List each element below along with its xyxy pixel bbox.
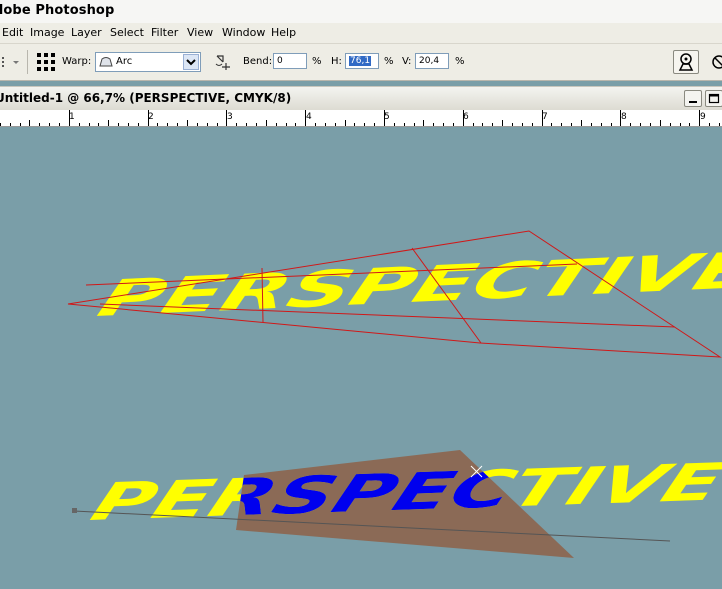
minimize-button[interactable] — [684, 90, 702, 107]
menu-help[interactable]: Help — [271, 26, 296, 39]
menu-layer[interactable]: Layer — [71, 26, 102, 39]
minimize-icon — [689, 101, 697, 103]
ruler-label-8: 8 — [621, 112, 627, 122]
perspective-text-bottom[interactable]: PERSPECTIVE PERSPECTIVE — [72, 450, 722, 558]
ruler-label-1: 1 — [69, 112, 75, 122]
warp-style-value: Arc — [116, 56, 133, 67]
ruler-label-2: 2 — [148, 112, 154, 122]
palette-well-button[interactable] — [673, 50, 699, 74]
separator — [27, 50, 28, 74]
warp-orientation-icon[interactable] — [214, 53, 232, 71]
ruler-label-5: 5 — [384, 112, 390, 122]
h-label: H: — [331, 56, 342, 67]
menu-select[interactable]: Select — [110, 26, 144, 39]
document-canvas[interactable]: PERSPECTIVE PERSPECTIVE PERSPECTIVE — [0, 127, 722, 589]
menu-filter[interactable]: Filter — [151, 26, 178, 39]
h-value: 76,1 — [349, 56, 372, 66]
bend-label: Bend: — [243, 56, 273, 67]
h-unit: % — [384, 56, 394, 67]
v-value: 20,4 — [419, 56, 440, 66]
ruler-label-9: 9 — [700, 112, 706, 122]
document-title-bar[interactable]: Untitled-1 @ 66,7% (PERSPECTIVE, CMYK/8) — [0, 86, 722, 112]
canvas-artwork: PERSPECTIVE PERSPECTIVE PERSPECTIVE — [67, 230, 722, 558]
ruler-label-6: 6 — [463, 112, 469, 122]
h-input[interactable]: 76,1 — [345, 53, 379, 69]
menu-image[interactable]: Image — [30, 26, 64, 39]
cancel-transform-icon[interactable] — [710, 53, 722, 71]
menu-bar: Edit Image Layer Select Filter View Wind… — [0, 23, 722, 44]
document-title: Untitled-1 @ 66,7% (PERSPECTIVE, CMYK/8) — [0, 91, 292, 105]
menu-view[interactable]: View — [187, 26, 213, 39]
bend-input[interactable]: 0 — [273, 53, 307, 69]
bend-unit: % — [312, 56, 322, 67]
horizontal-ruler[interactable]: 1 2 3 4 5 6 7 8 9 — [0, 110, 722, 127]
bend-value: 0 — [277, 56, 283, 66]
maximize-icon — [708, 93, 720, 104]
anchor-handle[interactable] — [72, 508, 77, 513]
maximize-button[interactable] — [705, 90, 722, 107]
palette-icon — [678, 53, 694, 71]
menu-window[interactable]: Window — [222, 26, 265, 39]
arc-style-icon — [99, 57, 113, 67]
app-title: dobe Photoshop — [0, 3, 115, 18]
menu-edit[interactable]: Edit — [2, 26, 23, 39]
ruler-ticks: 1 2 3 4 5 6 7 8 9 — [0, 110, 720, 126]
ruler-label-7: 7 — [542, 112, 548, 122]
ruler-label-4: 4 — [306, 112, 312, 122]
app-title-bar: dobe Photoshop — [0, 0, 722, 24]
ruler-label-3: 3 — [227, 112, 233, 122]
chevron-down-icon[interactable] — [183, 54, 199, 70]
v-unit: % — [455, 56, 465, 67]
reference-point-icon[interactable] — [36, 52, 56, 72]
v-label: V: — [402, 56, 412, 67]
warp-style-dropdown[interactable]: Arc — [95, 52, 201, 72]
v-input[interactable]: 20,4 — [415, 53, 449, 69]
options-bar: Warp: Arc Bend: 0 % H: 76,1 % V: 20,4 % — [0, 44, 722, 81]
tool-preset-icon[interactable] — [0, 54, 22, 70]
warp-label: Warp: — [62, 56, 92, 67]
